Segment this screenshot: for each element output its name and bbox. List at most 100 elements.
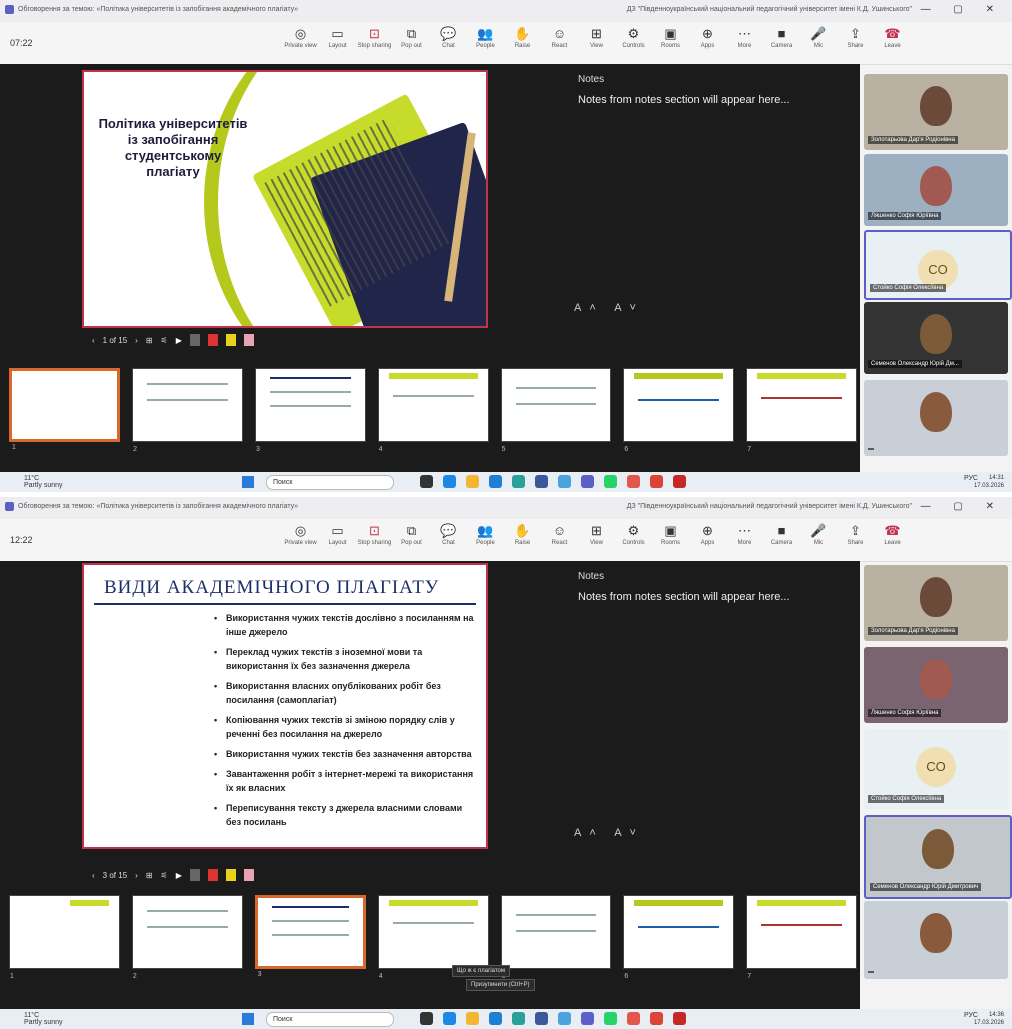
whatsapp-icon[interactable] [604,475,617,488]
participant-tile[interactable]: CO Стойко Софія Олексіївна [864,729,1008,809]
browser-icon[interactable] [443,475,456,488]
react-button[interactable]: ☺ React [541,25,578,49]
camera-button[interactable]: ■ Camera [763,522,800,546]
photos-icon[interactable] [558,475,571,488]
explorer-icon[interactable] [420,1012,433,1025]
more-button[interactable]: ⋯ More [726,522,763,546]
slide-thumbnail[interactable]: 4 [377,368,489,453]
window-controls[interactable]: — ▢ ✕ [921,4,1004,15]
photos-icon[interactable] [558,1012,571,1025]
slide-thumbnail[interactable]: 1 [9,368,121,451]
settings-icon[interactable]: ⚟ [161,871,168,880]
apps-button[interactable]: ⊕ Apps [689,522,726,546]
chrome-icon[interactable] [650,475,663,488]
grid-view-icon[interactable]: ⊞ [146,336,153,345]
more-button[interactable]: ⋯ More [726,25,763,49]
slide-thumbnail[interactable]: 4 [377,895,489,980]
slide-thumbnail[interactable]: 3 [254,368,366,453]
red-pen-icon[interactable] [207,869,218,881]
slide-thumbnail[interactable]: 6 [623,368,735,453]
whatsapp-icon[interactable] [604,1012,617,1025]
teams-icon[interactable] [581,1012,594,1025]
private-view-button[interactable]: ◎ Private view [282,522,319,546]
stop-sharing-button[interactable]: ⊡ Stop sharing [356,25,393,49]
app-icon[interactable] [512,475,525,488]
eraser-icon[interactable] [189,334,200,346]
store-icon[interactable] [535,1012,548,1025]
slide-thumbnail[interactable]: 5 [500,368,612,453]
mail-icon[interactable] [627,475,640,488]
slide-thumbnail[interactable]: 2 [132,368,243,453]
view-button[interactable]: ⊞ View [578,25,615,49]
share-button[interactable]: ⇪ Share [837,522,874,546]
people-button[interactable]: 👥 People [467,25,504,49]
participant-tile[interactable] [864,380,1008,456]
participant-tile[interactable] [864,901,1008,979]
grid-view-icon[interactable]: ⊞ [146,871,153,880]
taskbar-search-input[interactable]: Поиск [266,475,394,490]
explorer-icon[interactable] [420,475,433,488]
highlighter-icon[interactable] [225,869,236,881]
pdf-icon[interactable] [673,475,686,488]
windows-start-icon[interactable] [242,476,254,488]
weather-widget[interactable]: 11°C Partly sunny [24,475,63,489]
mail-icon[interactable] [627,1012,640,1025]
highlighter-icon[interactable] [225,334,236,346]
participant-tile[interactable]: Золотарьова Дар'я Родіонівна [864,565,1008,641]
view-button[interactable]: ⊞ View [578,522,615,546]
slide-thumbnail[interactable]: 7 [746,368,857,453]
slide-thumbnail[interactable]: 6 [623,895,735,980]
edge-icon[interactable] [489,475,502,488]
browser-icon[interactable] [443,1012,456,1025]
leave-button[interactable]: ☎ Leave [874,25,911,49]
pop-out-button[interactable]: ⧉ Pop out [393,25,430,49]
window-controls[interactable]: — ▢ ✕ [921,501,1004,512]
slide-thumbnail[interactable]: 3 [254,895,366,978]
private-view-button[interactable]: ◎ Private view [282,25,319,49]
raise-hand-button[interactable]: ✋ Raise [504,25,541,49]
taskbar-search-input[interactable]: Поиск [266,1012,394,1027]
participant-tile[interactable]: Золотарьова Дар'я Родіонівна [864,74,1008,150]
layout-button[interactable]: ▭ Layout [319,25,356,49]
camera-button[interactable]: ■ Camera [763,25,800,49]
pointer-icon[interactable]: ▶ [176,336,182,345]
folder-icon[interactable] [466,475,479,488]
pop-out-button[interactable]: ⧉ Pop out [393,522,430,546]
slide-thumbnail[interactable]: 5 [500,895,612,980]
pink-pen-icon[interactable] [243,334,254,346]
store-icon[interactable] [535,475,548,488]
participant-tile[interactable]: Ляшенко Софія Юріївна [864,154,1008,226]
react-button[interactable]: ☺ React [541,522,578,546]
people-button[interactable]: 👥 People [467,522,504,546]
leave-button[interactable]: ☎ Leave [874,522,911,546]
settings-icon[interactable]: ⚟ [161,336,168,345]
next-slide-icon[interactable]: › [135,871,138,880]
pointer-icon[interactable]: ▶ [176,871,182,880]
prev-slide-icon[interactable]: ‹ [92,871,95,880]
mic-button[interactable]: 🎤 Mic [800,522,837,546]
layout-button[interactable]: ▭ Layout [319,522,356,546]
rooms-button[interactable]: ▣ Rooms [652,522,689,546]
taskbar-clock[interactable]: 14:36 17.03.2026 [974,1011,1004,1027]
participant-tile[interactable]: CO Стойко Софія Олексіївна [864,230,1012,300]
participant-tile[interactable]: Семенов Олександр Юрій Дмитрович [864,815,1012,899]
chat-button[interactable]: 💬 Chat [430,25,467,49]
prev-slide-icon[interactable]: ‹ [92,336,95,345]
eraser-icon[interactable] [189,869,200,881]
slide-thumbnail[interactable]: 1 [9,895,120,980]
raise-hand-button[interactable]: ✋ Raise [504,522,541,546]
weather-widget[interactable]: 11°C Partly sunny [24,1012,63,1026]
mic-button[interactable]: 🎤 Mic [800,25,837,49]
slide-thumbnail[interactable]: 2 [131,895,243,980]
chrome-icon[interactable] [650,1012,663,1025]
teams-icon[interactable] [581,475,594,488]
controls-button[interactable]: ⚙ Controls [615,25,652,49]
controls-button[interactable]: ⚙ Controls [615,522,652,546]
font-size-buttons[interactable]: A˄ A˅ [574,827,644,839]
stop-sharing-button[interactable]: ⊡ Stop sharing [356,522,393,546]
windows-start-icon[interactable] [242,1013,254,1025]
pink-pen-icon[interactable] [243,869,254,881]
pdf-icon[interactable] [673,1012,686,1025]
app-icon[interactable] [512,1012,525,1025]
share-button[interactable]: ⇪ Share [837,25,874,49]
